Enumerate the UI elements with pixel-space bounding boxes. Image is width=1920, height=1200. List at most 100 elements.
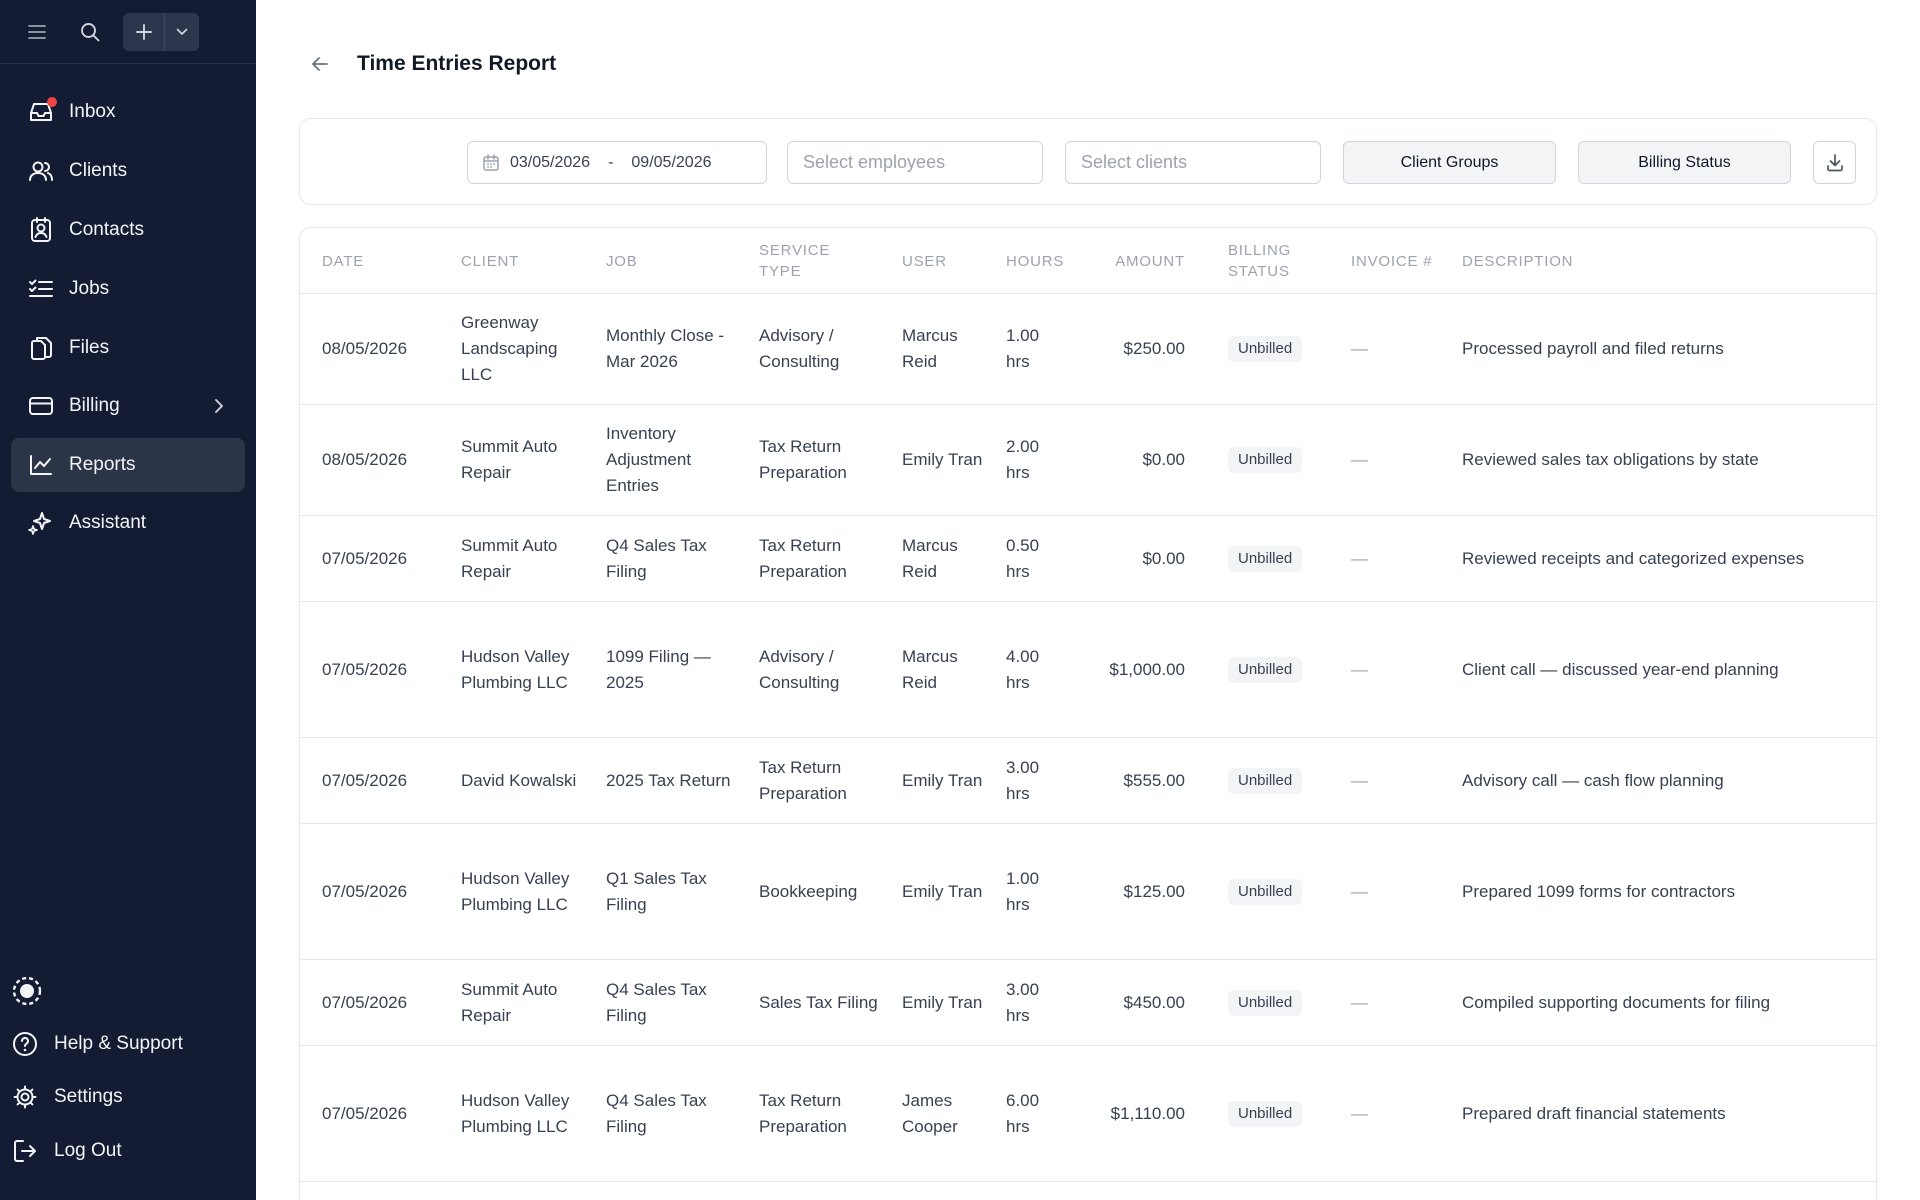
status-ring-icon[interactable] xyxy=(10,974,44,1008)
cell-date: 07/05/2026 xyxy=(322,992,408,1012)
sidebar-item-label: Inbox xyxy=(69,101,116,122)
date-range-picker[interactable]: 03/05/2026 - 09/05/2026 xyxy=(467,141,767,184)
status-badge: Unbilled xyxy=(1228,545,1303,572)
cell-hours: 4.00 hrs xyxy=(1006,646,1040,692)
sidebar-item-reports[interactable]: Reports xyxy=(11,438,245,492)
time-entries-table: Date Client Job Service Type User Hours … xyxy=(299,227,1877,1200)
sidebar-item-assistant[interactable]: Assistant xyxy=(11,496,245,550)
table-row[interactable]: 07/05/2026 David Kowalski 2025 Tax Return T… xyxy=(300,738,1876,824)
cell-client: Greenway Landscaping LLC xyxy=(461,313,558,384)
column-header-billing-status[interactable]: Billing Status xyxy=(1228,228,1318,294)
cell-status: Unbilled xyxy=(1228,824,1328,959)
column-header-amount[interactable]: Amount xyxy=(1080,228,1185,294)
column-header-invoice[interactable]: Invoice # xyxy=(1351,228,1441,294)
cell-amount: $555.00 xyxy=(1123,770,1185,790)
column-header-hours[interactable]: Hours xyxy=(1006,228,1076,294)
logout-link[interactable]: Log Out xyxy=(10,1131,122,1171)
cell-job: Q4 Sales Tax Filing xyxy=(606,1090,707,1136)
sidebar-item-contacts[interactable]: Contacts xyxy=(11,203,245,257)
settings-link[interactable]: Settings xyxy=(10,1077,123,1117)
cell-invoice: — xyxy=(1351,450,1368,469)
table-row[interactable]: 07/05/2026 Hudson Valley Plumbing LLC 1099… xyxy=(300,602,1876,738)
cell-job: 1099 Filing — 2025 xyxy=(606,646,711,692)
sidebar-item-jobs[interactable]: Jobs xyxy=(11,262,245,316)
chevron-right-icon[interactable] xyxy=(207,394,231,418)
cell-hours: 3.00 hrs xyxy=(1006,979,1040,1025)
cell-date: 07/05/2026 xyxy=(322,1103,408,1123)
sidebar-item-billing[interactable]: Billing xyxy=(11,379,245,433)
cell-invoice: — xyxy=(1351,881,1368,901)
sidebar-item-files[interactable]: Files xyxy=(11,321,245,375)
cell-service: Tax Return Preparation xyxy=(759,535,847,581)
cell-invoice: — xyxy=(1351,770,1368,790)
cell-description: Prepared 1099 forms for contractors xyxy=(1462,881,1736,901)
cell-user: Emily Tran xyxy=(902,881,983,901)
download-icon xyxy=(1826,153,1843,171)
cell-status: Unbilled xyxy=(1228,1046,1328,1181)
sidebar-item-clients[interactable]: Clients xyxy=(11,144,245,198)
employees-placeholder: Select employees xyxy=(803,152,946,172)
table-row[interactable]: 08/05/2026 Summit Auto Repair Inventory Ad… xyxy=(300,405,1876,516)
clients-placeholder: Select clients xyxy=(1081,152,1188,172)
table-row[interactable]: 07/05/2026 Summit Auto Repair Q4 Sales Tax… xyxy=(300,960,1876,1046)
cell-status: Unbilled xyxy=(1228,960,1328,1045)
cell-amount: $1,110.00 xyxy=(1110,1103,1185,1123)
cell-hours: 3.00 hrs xyxy=(1006,757,1040,803)
date-separator: - xyxy=(608,153,614,171)
column-header-description[interactable]: Description xyxy=(1462,228,1762,294)
new-item-button[interactable] xyxy=(123,13,199,51)
client-groups-button[interactable]: Client Groups xyxy=(1343,141,1556,184)
menu-icon[interactable] xyxy=(19,14,55,50)
sidebar-item-label: Billing xyxy=(69,395,120,416)
cell-description: Advisory call — cash flow planning xyxy=(1462,770,1724,790)
table-row[interactable]: 07/05/2026 Hudson Valley Plumbing LLC Q1 S… xyxy=(300,824,1876,960)
gear-icon xyxy=(10,1082,40,1112)
cell-status: Unbilled xyxy=(1228,405,1328,515)
cell-service: Tax Return Preparation xyxy=(759,437,847,482)
table-row[interactable]: 08/05/2026 Greenway Landscaping LLC Monthl… xyxy=(300,294,1876,405)
sidebar-item-label: Files xyxy=(69,337,110,358)
cell-description: Processed payroll and filed returns xyxy=(1462,339,1724,358)
cell-description: Client call — discussed year-end plannin… xyxy=(1462,659,1779,679)
cell-status: Unbilled xyxy=(1228,294,1328,404)
cell-client: Summit Auto Repair xyxy=(461,437,558,482)
logout-icon xyxy=(10,1136,40,1166)
billing-status-button[interactable]: Billing Status xyxy=(1578,141,1791,184)
cell-hours: 1.00 hrs xyxy=(1006,326,1040,371)
employees-select[interactable]: Select employees xyxy=(787,141,1043,184)
cell-job: Q4 Sales Tax Filing xyxy=(606,979,707,1025)
chevron-down-icon[interactable] xyxy=(165,13,199,51)
cell-job: Q4 Sales Tax Filing xyxy=(606,535,707,581)
cell-service: Bookkeeping xyxy=(759,881,858,901)
cell-status: Unbilled xyxy=(1228,738,1328,823)
cell-user: Marcus Reid xyxy=(902,535,958,581)
column-header-client[interactable]: Client xyxy=(461,228,581,294)
cell-service: Advisory / Consulting xyxy=(759,646,840,692)
cell-user: Emily Tran xyxy=(902,992,983,1012)
cell-status: Unbilled xyxy=(1228,602,1328,737)
cell-service: Advisory / Consulting xyxy=(759,326,840,371)
column-header-user[interactable]: User xyxy=(902,228,982,294)
cell-date: 07/05/2026 xyxy=(322,881,408,901)
back-arrow-icon[interactable] xyxy=(306,50,334,78)
column-header-service-type[interactable]: Service Type xyxy=(759,228,859,294)
clients-select[interactable]: Select clients xyxy=(1065,141,1321,184)
help-support-link[interactable]: Help & Support xyxy=(10,1024,183,1064)
search-icon[interactable] xyxy=(72,14,108,50)
plus-icon[interactable] xyxy=(123,13,165,51)
download-button[interactable] xyxy=(1813,141,1856,184)
cell-client: Hudson Valley Plumbing LLC xyxy=(461,868,570,914)
date-from[interactable]: 03/05/2026 xyxy=(510,154,590,172)
column-header-date[interactable]: Date xyxy=(322,228,442,294)
date-to[interactable]: 09/05/2026 xyxy=(631,154,711,172)
status-badge: Unbilled xyxy=(1228,336,1303,362)
cell-date: 07/05/2026 xyxy=(322,548,408,568)
table-row[interactable]: 07/05/2026 Hudson Valley Plumbing LLC Q4 S… xyxy=(300,1046,1876,1182)
table-header: Date Client Job Service Type User Hours … xyxy=(300,228,1876,294)
table-row[interactable]: 07/05/2026 Summit Auto Repair Q4 Sales Tax… xyxy=(300,516,1876,602)
calendar-icon xyxy=(482,153,500,172)
cell-job: Monthly Close - Mar 2026 xyxy=(606,326,725,371)
status-badge: Unbilled xyxy=(1228,989,1303,1016)
column-header-job[interactable]: Job xyxy=(606,228,736,294)
sidebar-item-inbox[interactable]: Inbox xyxy=(11,85,245,139)
